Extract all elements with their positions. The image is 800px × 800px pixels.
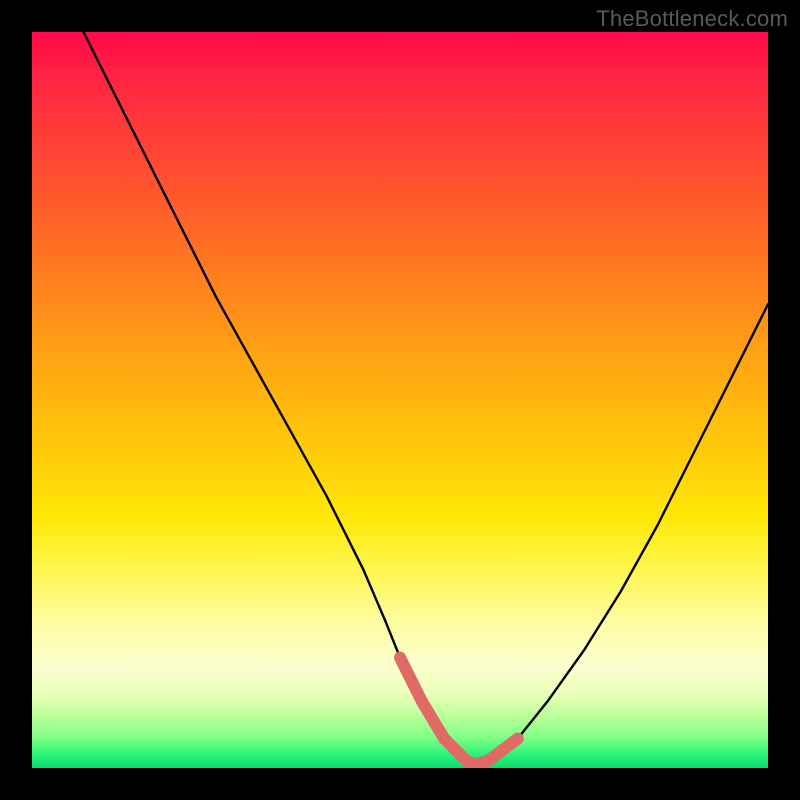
plot-area <box>32 32 768 768</box>
curve-layer <box>32 32 768 768</box>
chart-frame: TheBottleneck.com <box>0 0 800 800</box>
bottleneck-curve <box>84 32 768 764</box>
valley-highlight <box>400 658 518 765</box>
attribution-text: TheBottleneck.com <box>596 6 788 32</box>
